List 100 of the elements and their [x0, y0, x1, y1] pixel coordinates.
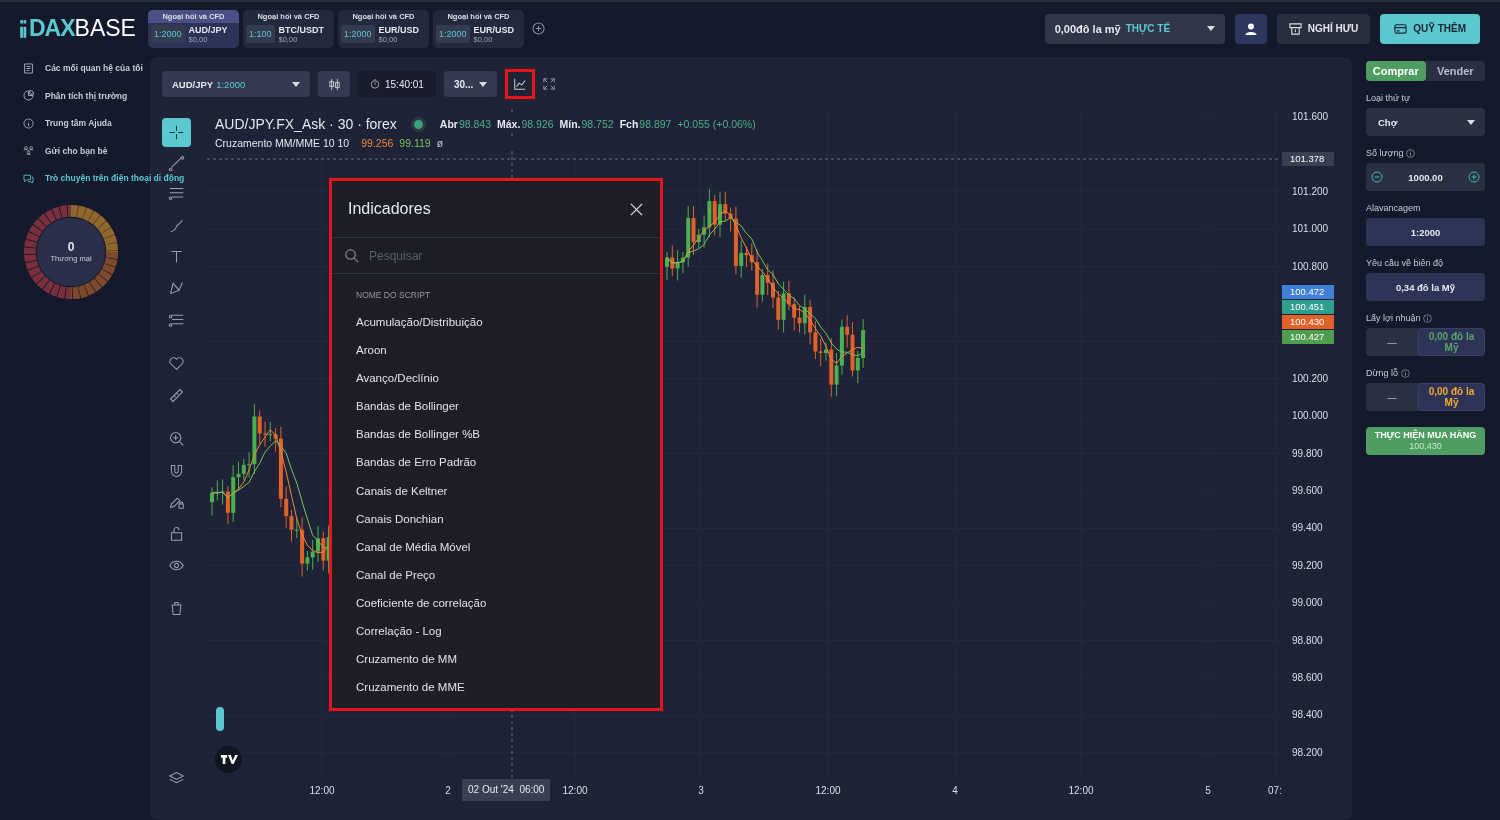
- plus-icon[interactable]: [1468, 171, 1480, 183]
- indicator-item[interactable]: Cruzamento de MME: [332, 673, 660, 702]
- interval-dropdown[interactable]: 30...: [443, 71, 498, 97]
- info-icon: [22, 116, 35, 130]
- time-label: 3: [698, 785, 704, 796]
- logo-badge-icon: [215, 746, 242, 773]
- order-side-tab[interactable]: Vender: [1425, 61, 1485, 81]
- study-value: ø: [436, 137, 444, 149]
- deposit-button[interactable]: QUỸ THÊM: [1380, 13, 1480, 44]
- time-label: 5: [1205, 785, 1211, 796]
- contacts-icon: [22, 61, 35, 75]
- sidebar-link[interactable]: Gửi cho bạn bè: [22, 144, 108, 157]
- sidebar-link[interactable]: Phân tích thị trường: [22, 89, 128, 102]
- ohlc-value: Fch98.897: [619, 118, 672, 130]
- price-label: 98.800: [1292, 633, 1323, 648]
- price-change: +0.055 (+0.06%): [677, 118, 756, 130]
- user-icon: [1243, 21, 1258, 36]
- indicator-item[interactable]: Cruzamento de MM: [332, 645, 660, 674]
- price-label: 98.200: [1292, 745, 1323, 760]
- indicator-item[interactable]: Correlação - Log: [332, 617, 660, 646]
- quantity-field[interactable]: 1000.00: [1408, 171, 1443, 183]
- field-label: Yêu cầu về biên độ: [1366, 258, 1444, 268]
- candles-icon: [326, 76, 342, 92]
- sidebar-link[interactable]: Trung tâm Ajuda: [22, 116, 112, 130]
- price-tag: 100.427: [1282, 330, 1334, 344]
- indicator-item[interactable]: Avanço/Declínio: [332, 364, 660, 393]
- minus-icon[interactable]: [1371, 171, 1383, 183]
- close-icon[interactable]: [629, 201, 644, 217]
- indicator-item[interactable]: Canais Donchian: [332, 504, 660, 533]
- time-label: 2: [445, 785, 451, 796]
- price-label: 99.600: [1292, 484, 1323, 498]
- field-label: Alavancagem: [1366, 203, 1421, 213]
- price-label: 101.000: [1292, 222, 1329, 237]
- price-label: 99.800: [1292, 446, 1323, 461]
- ohlc-value: Mín.98.752: [559, 118, 614, 130]
- indicator-item[interactable]: Coeficiente de correlação: [332, 588, 660, 618]
- link-label: Gửi cho bạn bè: [45, 145, 108, 156]
- dialog-title: Indicadores: [348, 200, 431, 218]
- chart-type-button[interactable]: [318, 71, 350, 97]
- people-icon: [22, 144, 35, 157]
- price-label: 100.000: [1292, 409, 1329, 424]
- symbol-dropdown[interactable]: AUD/JPY 1:2000: [162, 71, 310, 97]
- value-display: 0,34 đô la Mỹ: [1366, 273, 1485, 301]
- price-label: 100.800: [1292, 259, 1329, 274]
- indicator-item[interactable]: Bandas de Bollinger: [332, 392, 660, 421]
- study-value: 99.119: [399, 137, 431, 149]
- indicator-item[interactable]: Aroon: [332, 336, 660, 365]
- indicator-item[interactable]: Canal de Preço: [332, 560, 660, 589]
- link-label: Trung tâm Ajuda: [45, 118, 112, 128]
- time-label: 12:00: [562, 785, 588, 796]
- ohlc-value: Máx.98.926: [497, 118, 554, 130]
- disable-toggle[interactable]: —: [1366, 336, 1418, 348]
- field-label: Lấy lợi nhuận: [1366, 313, 1421, 323]
- indicator-item[interactable]: Bandas de Erro Padrão: [332, 448, 660, 477]
- indicator-item[interactable]: Acumulação/Distribuição: [332, 308, 660, 337]
- indicator-item[interactable]: Canais de Keltner: [332, 476, 660, 505]
- study-value: 99.256: [361, 137, 394, 149]
- order-type-dropdown[interactable]: Chợ: [1366, 108, 1485, 136]
- indicator-item[interactable]: Canal de Média Móvel: [332, 532, 660, 561]
- price-tag: 100.451: [1282, 300, 1334, 314]
- add-icon[interactable]: [532, 22, 545, 35]
- study-name: Cruzamento MM/MME 10 10: [215, 137, 350, 149]
- withdraw-button[interactable]: NGHỈ HƯU: [1276, 13, 1371, 44]
- price-label: 98.400: [1292, 708, 1323, 723]
- collapse-handle[interactable]: [216, 707, 224, 731]
- indicator-item[interactable]: Bandas de Bollinger %B: [332, 420, 660, 449]
- trade-count: 0: [67, 240, 75, 254]
- indicators-button[interactable]: [505, 69, 536, 99]
- price-label: 101.200: [1292, 184, 1329, 199]
- price-tag: 100.430: [1282, 315, 1334, 329]
- value-display: 1:2000: [1366, 218, 1485, 246]
- amount-field[interactable]: 0,00 đô la Mỹ: [1418, 328, 1485, 356]
- time-label: 12:00: [309, 785, 335, 796]
- atm-icon: [1288, 22, 1302, 35]
- section-heading: NOME DO SCRIPT: [355, 289, 432, 302]
- price-label: 100.200: [1292, 371, 1329, 386]
- ohlc-value: Abr98.843: [439, 118, 492, 130]
- card-icon: [1394, 22, 1408, 35]
- disable-toggle[interactable]: —: [1366, 391, 1418, 403]
- time-label: 12:00: [1068, 785, 1094, 796]
- time-label: 07:: [1268, 785, 1282, 796]
- stopwatch-icon: [370, 79, 380, 89]
- price-label: 99.000: [1292, 596, 1323, 611]
- field-label: Loại thứ tự: [1366, 93, 1411, 103]
- search-icon: [344, 248, 359, 263]
- amount-value: 0,00 đô la Mỹ: [1427, 386, 1476, 408]
- user-button[interactable]: [1234, 13, 1267, 44]
- sidebar-link[interactable]: Các mối quan hệ của tôi: [22, 61, 143, 75]
- account-dropdown[interactable]: 0,00đô la mỹ THỰC TẾ: [1044, 13, 1225, 44]
- link-label: Trò chuyện trên điện thoại di động: [45, 173, 185, 183]
- search-field[interactable]: Pesquisar: [367, 247, 631, 264]
- crosshair-icon[interactable]: [162, 118, 191, 147]
- amount-field[interactable]: 0,00 đô la Mỹ: [1418, 383, 1485, 411]
- sidebar-link[interactable]: Trò chuyện trên điện thoại di động: [22, 171, 185, 185]
- time-label: 12:00: [815, 785, 841, 796]
- status-dot: [410, 116, 426, 132]
- time-label: 4: [952, 785, 958, 796]
- fullscreen-icon[interactable]: [543, 78, 556, 90]
- price-label: 101.600: [1292, 110, 1329, 124]
- amount-value: 0,00 đô la Mỹ: [1427, 331, 1476, 353]
